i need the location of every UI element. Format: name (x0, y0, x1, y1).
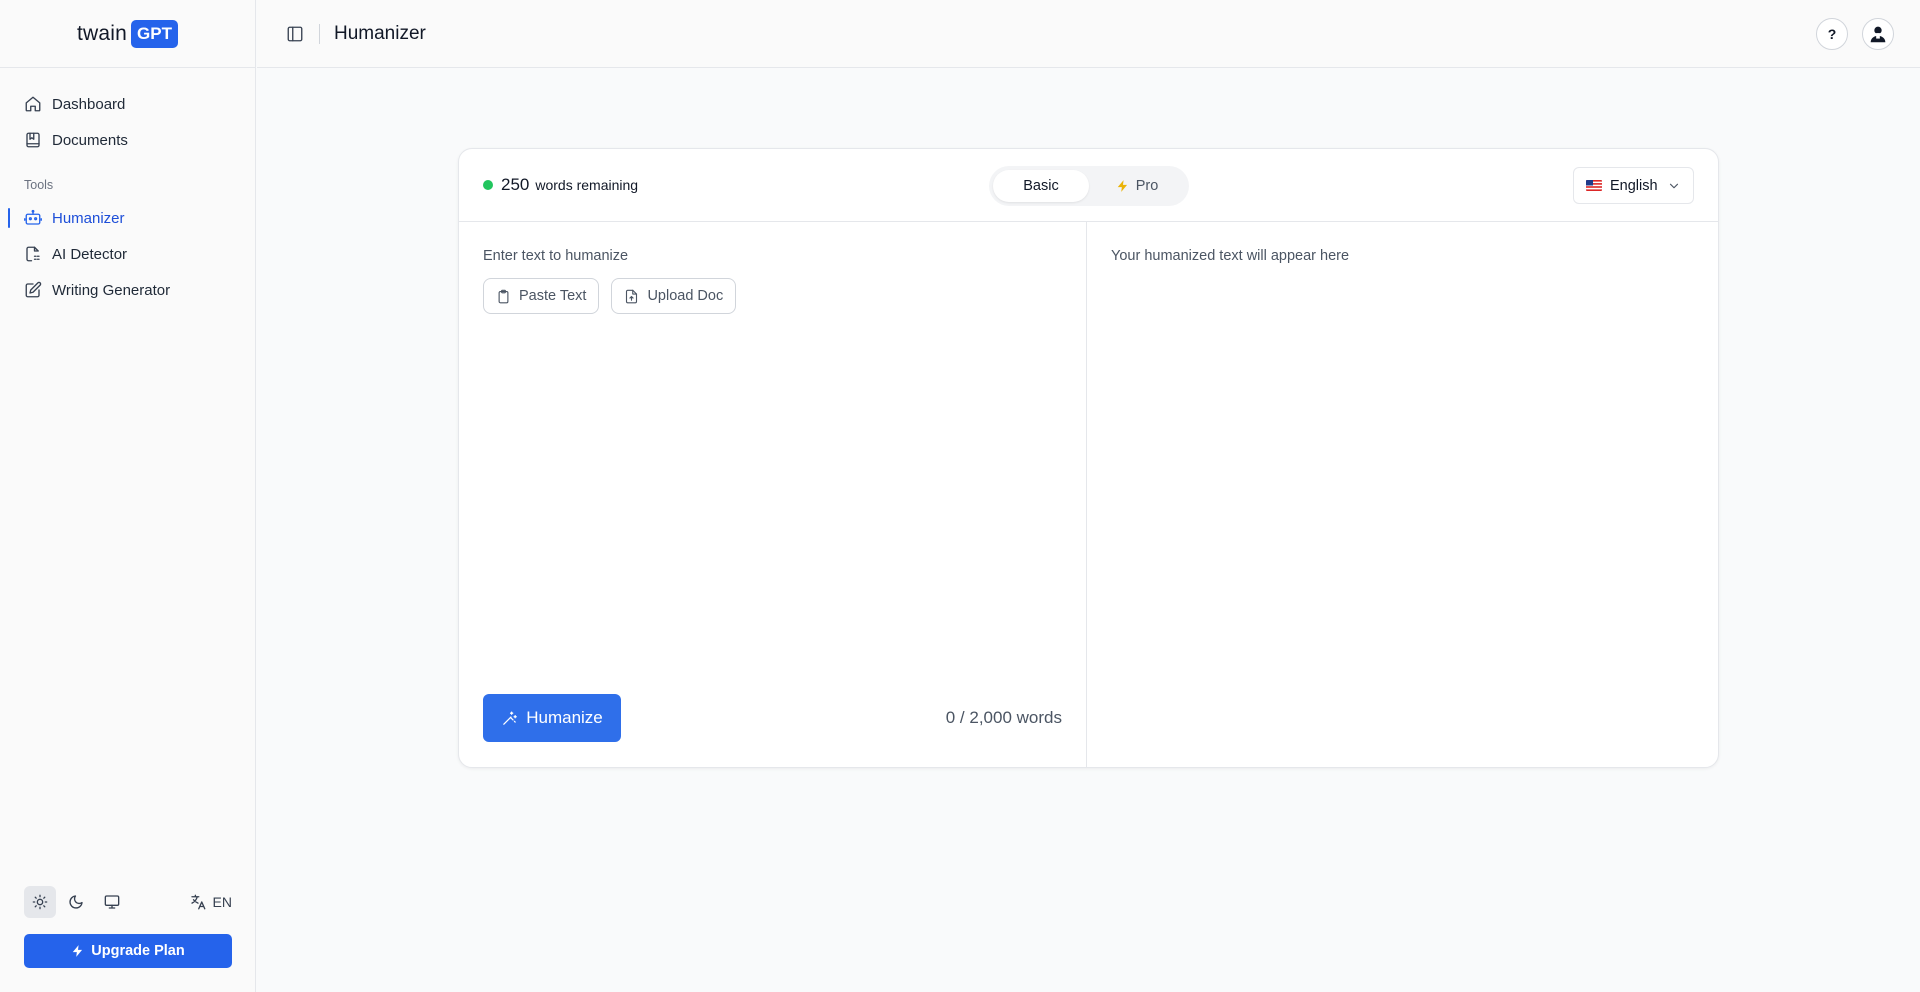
upload-doc-label: Upload Doc (647, 288, 724, 304)
upgrade-plan-button[interactable]: Upgrade Plan (24, 934, 232, 968)
monitor-icon (104, 894, 120, 910)
page-title: Humanizer (334, 22, 426, 44)
language-select[interactable]: English (1573, 167, 1694, 204)
sidebar-item-documents[interactable]: Documents (0, 122, 255, 158)
tab-basic[interactable]: Basic (993, 170, 1089, 202)
sidebar-item-label: AI Detector (52, 245, 128, 263)
avatar[interactable] (1862, 17, 1894, 50)
help-button[interactable]: ? (1816, 17, 1848, 50)
sidebar-nav: Dashboard Documents Tools Humanizer AI D… (0, 68, 255, 308)
tools-heading: Tools (24, 178, 54, 192)
tab-basic-label: Basic (1023, 178, 1059, 194)
upgrade-plan-label: Upgrade Plan (91, 943, 185, 959)
header-divider (319, 23, 320, 44)
panel-left-icon (286, 25, 304, 43)
card-toolbar: 250 words remaining Basic Pro English (459, 149, 1718, 222)
logo[interactable]: twain GPT (0, 0, 255, 68)
humanize-label: Humanize (526, 708, 603, 727)
moon-icon (68, 894, 84, 910)
theme-switcher: EN (0, 886, 256, 918)
input-footer: Humanize 0 / 2,000 words (483, 694, 1062, 742)
light-theme-button[interactable] (24, 886, 56, 918)
top-header: Humanizer ? (257, 0, 1920, 68)
header-actions: ? (1816, 17, 1920, 50)
logo-badge: GPT (131, 19, 178, 48)
mode-switch: Basic Pro (989, 166, 1189, 206)
input-pane: Enter text to humanize Paste Text Upload… (459, 222, 1087, 768)
words-remaining-count: 250 (501, 175, 530, 194)
humanize-input[interactable] (483, 322, 1062, 662)
output-pane: Your humanized text will appear here (1087, 222, 1718, 768)
sidebar-item-dashboard[interactable]: Dashboard (0, 86, 255, 122)
input-label: Enter text to humanize (483, 248, 629, 264)
words-remaining-text: words remaining (535, 177, 639, 193)
sidebar-item-label: Documents (52, 131, 128, 149)
sidebar-item-label: Dashboard (52, 95, 126, 113)
chevron-down-icon (1667, 179, 1681, 193)
home-icon (24, 95, 42, 113)
upload-doc-button[interactable]: Upload Doc (611, 278, 737, 314)
bolt-icon (1116, 179, 1130, 193)
tab-pro[interactable]: Pro (1089, 170, 1185, 202)
clipboard-icon (496, 289, 511, 304)
system-theme-button[interactable] (96, 886, 128, 918)
file-upload-icon (624, 289, 639, 304)
notebook-icon (24, 131, 42, 149)
words-remaining: 250 words remaining (483, 175, 638, 195)
file-scan-icon (24, 245, 42, 263)
paste-text-button[interactable]: Paste Text (483, 278, 600, 314)
robot-icon (24, 209, 42, 227)
sidebar: twain GPT Dashboard Documents Tools Huma… (0, 0, 256, 992)
language-toggle[interactable]: EN (189, 893, 232, 911)
logo-word: twain (77, 21, 128, 45)
language-code: EN (212, 894, 232, 910)
user-avatar-icon (1867, 23, 1889, 45)
language-select-value: English (1610, 177, 1658, 194)
sidebar-item-ai-detector[interactable]: AI Detector (0, 236, 255, 272)
output-placeholder: Your humanized text will appear here (1111, 248, 1350, 264)
sidebar-toggle-button[interactable] (279, 18, 311, 50)
translate-icon (189, 893, 207, 911)
status-dot (483, 180, 493, 190)
sidebar-item-label: Humanizer (52, 209, 125, 227)
tab-pro-label: Pro (1135, 178, 1159, 194)
edit-icon (24, 281, 42, 299)
bolt-icon (71, 944, 85, 958)
humanizer-card: 250 words remaining Basic Pro English En… (458, 148, 1719, 768)
sun-icon (32, 894, 48, 910)
input-actions: Paste Text Upload Doc (483, 278, 1062, 314)
word-count: 0 / 2,000 words (945, 708, 1062, 727)
paste-text-label: Paste Text (519, 288, 587, 304)
sidebar-item-humanizer[interactable]: Humanizer (0, 200, 255, 236)
sidebar-item-label: Writing Generator (52, 281, 171, 299)
sparkles-icon (501, 710, 518, 727)
dark-theme-button[interactable] (60, 886, 92, 918)
sidebar-footer: EN Upgrade Plan (0, 886, 256, 992)
card-body: Enter text to humanize Paste Text Upload… (459, 222, 1718, 768)
us-flag-icon (1586, 180, 1602, 191)
humanize-button[interactable]: Humanize (483, 694, 621, 742)
sidebar-item-writing-generator[interactable]: Writing Generator (0, 272, 255, 308)
